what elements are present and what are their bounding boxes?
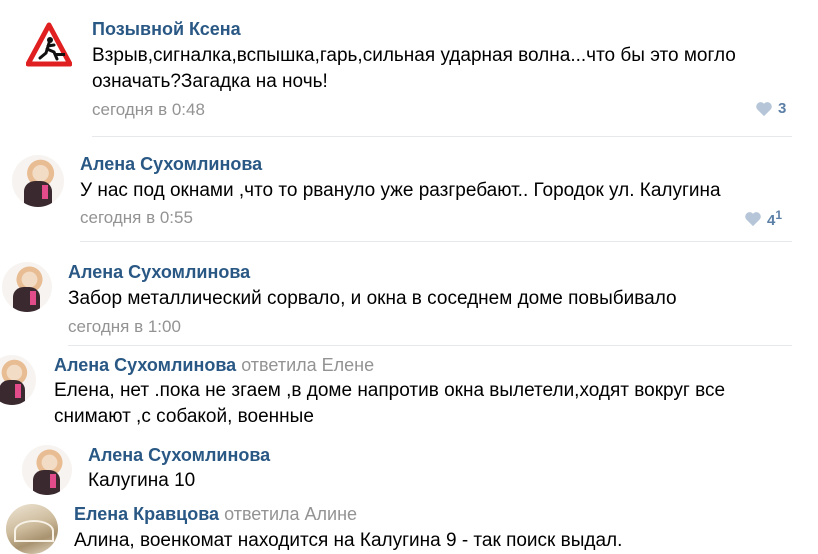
comment-text: Елена, нет .пока не згаем ,в доме напрот…: [54, 378, 725, 430]
author-name[interactable]: Алена Сухомлинова ответила Елене: [54, 355, 374, 376]
comment-text: Калугина 10: [88, 468, 195, 494]
avatar-warning-sign-icon[interactable]: [26, 22, 72, 68]
avatar[interactable]: [6, 504, 58, 554]
comment-text-line: снимают ,с собакой, военные: [54, 406, 314, 427]
avatar[interactable]: [2, 262, 52, 312]
comment-text-line: Алина, военкомат находится на Калугина 9…: [74, 530, 623, 551]
comment-text-line: Взрыв,сигналка,вспышка,гарь,сильная удар…: [92, 45, 736, 66]
author-name[interactable]: Елена Кравцова ответила Алине: [74, 504, 357, 525]
author-name[interactable]: Алена Сухомлинова: [88, 445, 270, 466]
reply-to-link[interactable]: ответила Елене: [241, 355, 374, 375]
author-name-text[interactable]: Елена Кравцова: [74, 504, 219, 524]
separator: [68, 345, 792, 346]
like-button[interactable]: 3: [755, 100, 786, 117]
comment-text: Алина, военкомат находится на Калугина 9…: [74, 528, 622, 554]
like-count: 41: [767, 208, 782, 229]
comment-date[interactable]: сегодня в 0:55: [80, 208, 193, 228]
author-name-text[interactable]: Алена Сухомлинова: [54, 355, 236, 375]
comment-text-line: Калугина 10: [88, 470, 196, 491]
avatar[interactable]: [22, 445, 72, 495]
like-button[interactable]: 41: [744, 208, 782, 229]
comment-text-line: Забор металлический сорвало, и окна в со…: [68, 288, 677, 309]
author-name[interactable]: Алена Сухомлинова: [80, 154, 262, 175]
reply-to-link[interactable]: ответила Алине: [224, 504, 357, 524]
comment-text-line: означать?Загадка на ночь!: [92, 71, 328, 92]
comment-date[interactable]: сегодня в 1:00: [68, 317, 181, 337]
like-count-superscript: 1: [775, 208, 783, 222]
avatar[interactable]: [12, 155, 64, 207]
separator: [80, 241, 792, 242]
like-count: 3: [778, 100, 787, 117]
author-name[interactable]: Позывной Ксена: [92, 19, 241, 40]
comment-text: Взрыв,сигналка,вспышка,гарь,сильная удар…: [92, 43, 736, 95]
comment-text-line: У нас под окнами ,что то рвануло уже раз…: [80, 180, 721, 201]
comment-date[interactable]: сегодня в 0:48: [92, 100, 205, 120]
avatar[interactable]: [0, 355, 36, 405]
comment-text: Забор металлический сорвало, и окна в со…: [68, 286, 677, 312]
author-name[interactable]: Алена Сухомлинова: [68, 262, 250, 283]
heart-icon: [756, 101, 772, 116]
heart-icon: [745, 211, 761, 226]
separator: [92, 136, 792, 137]
comment-text: У нас под окнами ,что то рвануло уже раз…: [80, 178, 721, 204]
comment-text-line: Елена, нет .пока не згаем ,в доме напрот…: [54, 380, 726, 401]
